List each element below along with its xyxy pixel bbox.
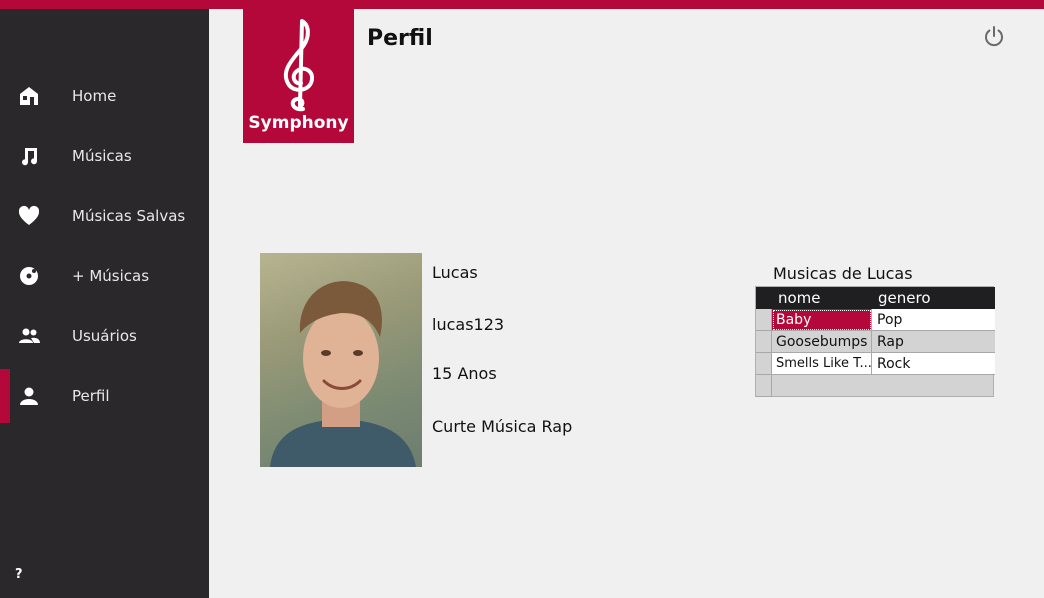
heart-icon [18, 205, 40, 227]
sidebar: Home Músicas Músicas Salvas + Músicas Us… [0, 9, 209, 598]
profile-username: lucas123 [432, 315, 505, 334]
cell-nome[interactable]: Smells Like T... [772, 353, 872, 375]
person-icon [18, 385, 40, 407]
column-header-genero[interactable]: genero [878, 289, 931, 307]
profile-bio: Curte Música Rap [432, 417, 573, 436]
home-icon [18, 85, 40, 107]
music-note-icon [18, 145, 40, 167]
users-icon [18, 325, 40, 347]
sidebar-item-label: Perfil [72, 387, 110, 405]
cell-genero[interactable]: Rock [872, 353, 995, 375]
cell-nome[interactable]: Goosebumps [772, 331, 872, 353]
cell-genero[interactable]: Pop [872, 309, 995, 331]
disc-icon [18, 265, 40, 287]
songs-table-title: Musicas de Lucas [773, 264, 913, 283]
logo-text: Symphony [248, 113, 349, 133]
table-header: nome genero [756, 287, 995, 309]
sidebar-item-usuarios[interactable]: Usuários [0, 309, 209, 363]
sidebar-item-label: + Músicas [72, 267, 150, 285]
table-row[interactable]: Smells Like T... Rock [756, 353, 995, 375]
sidebar-item-musicas[interactable]: Músicas [0, 129, 209, 183]
table-row[interactable]: Goosebumps Rap [756, 331, 995, 353]
sidebar-item-label: Músicas Salvas [72, 207, 186, 225]
row-header[interactable] [756, 353, 772, 375]
profile-name: Lucas [432, 263, 478, 282]
cell-nome[interactable]: Baby [772, 309, 872, 331]
column-header-nome[interactable]: nome [778, 289, 821, 307]
table-row[interactable]: Baby Pop [756, 309, 995, 331]
sidebar-item-label: Usuários [72, 327, 137, 345]
power-icon [985, 26, 1003, 47]
help-button[interactable]: ? [15, 567, 23, 582]
table-row-empty [756, 375, 995, 397]
app-logo: Symphony [243, 9, 354, 143]
power-button[interactable] [983, 25, 1005, 47]
songs-table[interactable]: nome genero Baby Pop Goosebumps Rap Smel… [755, 286, 995, 397]
row-header [756, 375, 772, 397]
profile-photo [260, 253, 422, 467]
sidebar-item-home[interactable]: Home [0, 69, 209, 123]
sidebar-item-label: Músicas [72, 147, 132, 165]
cell-genero[interactable]: Rap [872, 331, 995, 353]
sidebar-item-musicas-salvas[interactable]: Músicas Salvas [0, 189, 209, 243]
sidebar-item-perfil[interactable]: Perfil [0, 369, 209, 423]
row-header[interactable] [756, 331, 772, 353]
sidebar-item-label: Home [72, 87, 117, 105]
sidebar-item-mais-musicas[interactable]: + Músicas [0, 249, 209, 303]
row-header[interactable] [756, 309, 772, 331]
page-title: Perfil [367, 26, 433, 51]
top-accent-bar [0, 0, 1044, 9]
profile-age: 15 Anos [432, 364, 497, 383]
treble-clef-icon [283, 19, 314, 112]
